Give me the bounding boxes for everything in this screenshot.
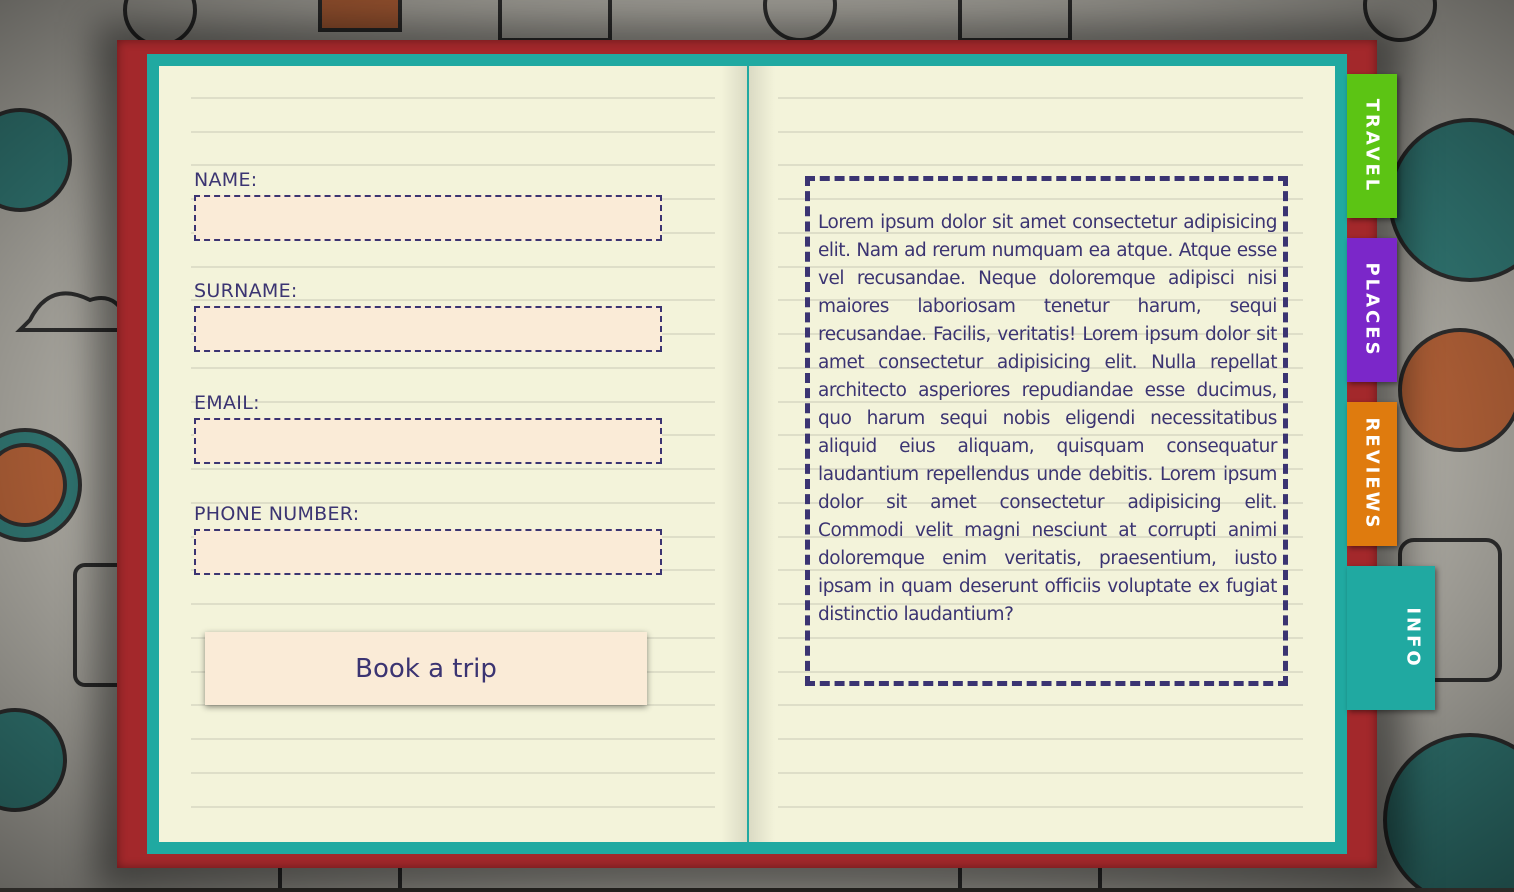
tab-reviews[interactable]: REVIEWS (1347, 402, 1397, 546)
email-field[interactable] (194, 418, 662, 464)
name-field[interactable] (194, 195, 662, 241)
right-page-gutter-shade (749, 66, 775, 842)
name-label: NAME: (194, 169, 258, 191)
surname-field[interactable] (194, 306, 662, 352)
tab-travel-label: TRAVEL (1361, 98, 1383, 194)
tab-travel[interactable]: TRAVEL (1347, 74, 1397, 218)
tab-reviews-label: REVIEWS (1361, 417, 1383, 531)
surname-label: SURNAME: (194, 280, 298, 302)
book-trip-button[interactable]: Book a trip (205, 632, 647, 705)
tab-places-label: PLACES (1361, 262, 1383, 358)
phone-label: PHONE NUMBER: (194, 503, 360, 525)
info-text-box: Lorem ipsum dolor sit amet consectetur a… (805, 176, 1288, 686)
tab-info-label: INFO (1402, 607, 1424, 669)
tab-places[interactable]: PLACES (1347, 238, 1397, 382)
tab-info[interactable]: INFO (1347, 566, 1435, 710)
left-page-gutter-shade (721, 66, 747, 842)
email-label: EMAIL: (194, 392, 260, 414)
phone-field[interactable] (194, 529, 662, 575)
info-paragraph: Lorem ipsum dolor sit amet consectetur a… (818, 212, 1277, 625)
